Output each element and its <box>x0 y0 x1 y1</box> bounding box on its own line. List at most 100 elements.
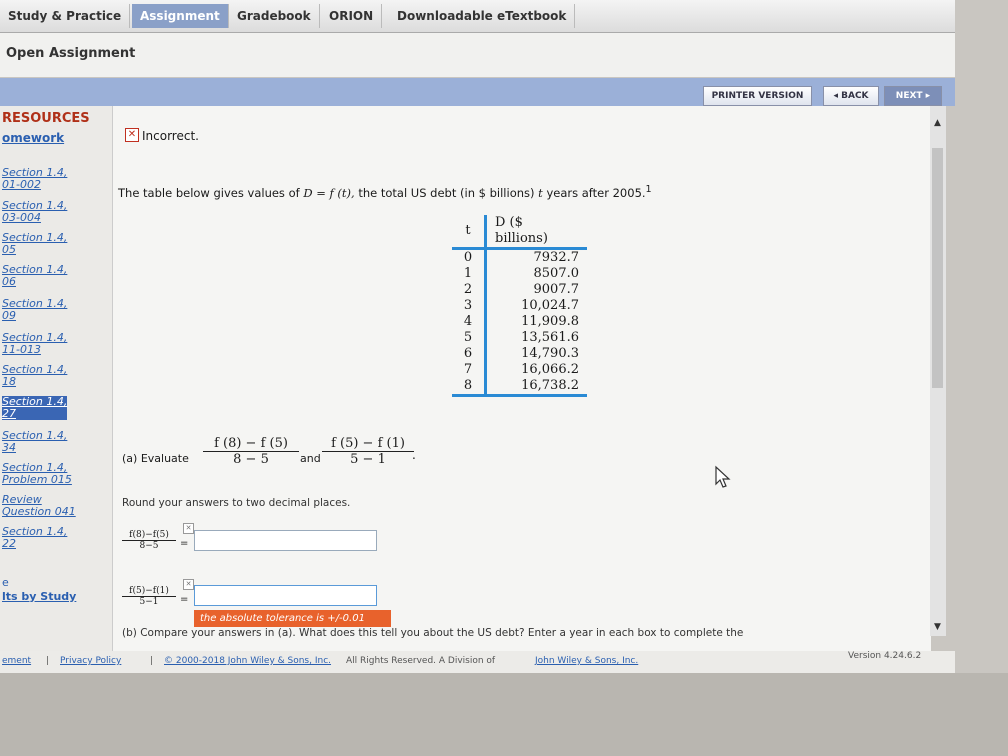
statement-mid: the total US debt (in $ billions) <box>358 185 535 200</box>
rounding-instruction: Round your answers to two decimal places… <box>122 497 351 509</box>
answer-2-status-icon: ✕ <box>183 579 194 590</box>
sidebar-item[interactable]: Review Question 041 <box>2 494 76 518</box>
tab-etextbook[interactable]: Downloadable eTextbook <box>389 4 576 28</box>
sidebar-homework-link[interactable]: omework <box>2 132 64 144</box>
question-statement: The table below gives values of D = f (t… <box>118 184 652 200</box>
answer-2-equals: = <box>180 594 189 605</box>
tab-orion[interactable]: ORION <box>321 4 383 28</box>
next-button[interactable]: NEXT ▸ <box>884 86 942 106</box>
scroll-down-arrow-icon[interactable]: ▼ <box>934 622 941 632</box>
part-b-text: (b) Compare your answers in (a). What do… <box>122 627 744 639</box>
answer-1-status-icon: ✕ <box>183 523 194 534</box>
page-subheader: Open Assignment <box>0 33 955 77</box>
table-cell-debt: 13,561.6 <box>521 330 579 345</box>
table-cell-t: 1 <box>452 266 487 282</box>
table-cell-t: 7 <box>452 362 487 378</box>
sidebar-results-by-study-link[interactable]: lts by Study <box>2 590 76 603</box>
sidebar-item[interactable]: Section 1.4, 03-004 <box>2 200 67 224</box>
table-row: 3 10,024.7 <box>452 298 587 314</box>
rights-text: All Rights Reserved. A Division of <box>346 656 496 666</box>
table-cell-t: 0 <box>452 248 487 266</box>
sidebar-item[interactable]: Section 1.4, 05 <box>2 232 67 256</box>
copyright-link[interactable]: © 2000-2018 John Wiley & Sons, Inc. <box>164 656 331 666</box>
answer-2-denominator: 5−1 <box>139 597 159 607</box>
table-row: 4 11,909.8 <box>452 314 587 330</box>
company-link[interactable]: John Wiley & Sons, Inc. <box>535 656 638 666</box>
answer-2-fraction: f(5)−f(1) 5−1 <box>122 586 176 607</box>
sidebar-item[interactable]: Section 1.4, 06 <box>2 264 67 288</box>
sidebar-item[interactable]: Section 1.4, Problem 015 <box>2 462 72 486</box>
table-row: 5 13,561.6 <box>452 330 587 346</box>
answer-1-equals: = <box>180 538 189 549</box>
statement-variable: t <box>538 185 543 200</box>
and-text: and <box>300 452 321 465</box>
table-row: 6 14,790.3 <box>452 346 587 362</box>
sidebar-item-line2: 01-002 <box>2 178 41 191</box>
scrollbar-thumb[interactable] <box>932 148 943 388</box>
sidebar-item-line2: Question 041 <box>2 505 76 518</box>
table-row: 8 16,738.2 <box>452 378 587 397</box>
sidebar-item-line2: 05 <box>2 243 16 256</box>
answer-2-input[interactable] <box>194 585 377 606</box>
mouse-cursor-icon <box>715 465 731 488</box>
answer-1-input[interactable] <box>194 530 377 551</box>
sidebar-item[interactable]: Section 1.4, 09 <box>2 298 67 322</box>
footer-left-link[interactable]: ement <box>2 656 31 666</box>
printer-version-button[interactable]: PRINTER VERSION <box>703 86 812 106</box>
period: . <box>412 448 416 462</box>
sidebar-item[interactable]: Section 1.4, 34 <box>2 430 67 454</box>
table-row: 0 7932.7 <box>452 248 587 266</box>
table-header-d: D ($ billions) <box>485 215 587 250</box>
sidebar: RESOURCES omework Section 1.4, 01-002 Sect… <box>0 106 112 651</box>
sidebar-item-line2: 11-013 <box>2 343 41 356</box>
sidebar-item-line2: 09 <box>2 309 16 322</box>
table-cell-t: 3 <box>452 298 487 314</box>
table-cell-t: 5 <box>452 330 487 346</box>
footer: ement | Privacy Policy | © 2000-2018 Joh… <box>0 651 955 673</box>
sidebar-item-line2: 06 <box>2 275 16 288</box>
tab-study-practice[interactable]: Study & Practice <box>0 4 131 28</box>
x-icon: ✕ <box>125 128 139 142</box>
status-incorrect: Incorrect. <box>142 129 199 143</box>
page-title: Open Assignment <box>6 46 136 61</box>
table-cell-t: 4 <box>452 314 487 330</box>
table-row: 2 9007.7 <box>452 282 587 298</box>
tab-assignment[interactable]: Assignment <box>132 4 229 28</box>
sidebar-item-line2: 18 <box>2 375 16 388</box>
fraction-1: f (8) − f (5) 8 − 5 <box>203 436 299 467</box>
fraction-1-numerator: f (8) − f (5) <box>203 436 299 452</box>
table-cell-t: 8 <box>452 378 487 397</box>
sidebar-item-line2: 34 <box>2 441 16 454</box>
back-button[interactable]: ◂ BACK <box>823 86 879 106</box>
sidebar-item[interactable]: Section 1.4, 11-013 <box>2 332 67 356</box>
tolerance-tooltip: the absolute tolerance is +/-0.01 <box>194 610 391 627</box>
sidebar-item[interactable]: Section 1.4, 27 <box>2 396 68 420</box>
footnote-marker: 1 <box>645 184 652 195</box>
sidebar-item[interactable]: Section 1.4, 18 <box>2 364 67 388</box>
answer-1-numerator: f(8)−f(5) <box>122 530 176 541</box>
fraction-2: f (5) − f (1) 5 − 1 <box>322 436 414 467</box>
sidebar-item-line2: Problem 015 <box>2 473 72 486</box>
sidebar-item-line2: 22 <box>2 537 16 550</box>
statement-function: D = f (t), <box>303 185 355 200</box>
sidebar-item[interactable]: Section 1.4, 22 <box>2 526 67 550</box>
sidebar-item[interactable]: Section 1.4, 01-002 <box>2 167 67 191</box>
tab-gradebook[interactable]: Gradebook <box>229 4 320 28</box>
privacy-policy-link[interactable]: Privacy Policy <box>60 656 121 666</box>
scroll-up-arrow-icon[interactable]: ▲ <box>934 118 941 128</box>
table-cell-debt: 9007.7 <box>533 282 580 297</box>
table-cell-t: 2 <box>452 282 487 298</box>
sidebar-resources-heading: RESOURCES <box>2 111 90 126</box>
answer-1-denominator: 8−5 <box>139 541 159 551</box>
fraction-1-denominator: 8 − 5 <box>233 452 269 467</box>
version-text: Version 4.24.6.2 <box>848 651 922 661</box>
top-navigation: Study & Practice Assignment Gradebook OR… <box>0 0 955 33</box>
statement-suffix: years after 2005. <box>546 185 646 200</box>
table-cell-debt: 8507.0 <box>533 266 580 281</box>
fraction-2-denominator: 5 − 1 <box>350 452 386 467</box>
footer-separator: | <box>46 656 50 666</box>
table-cell-debt: 11,909.8 <box>521 314 579 329</box>
fraction-2-numerator: f (5) − f (1) <box>322 436 414 452</box>
sidebar-item-line2: 03-004 <box>2 211 41 224</box>
table-row: 1 8507.0 <box>452 266 587 282</box>
